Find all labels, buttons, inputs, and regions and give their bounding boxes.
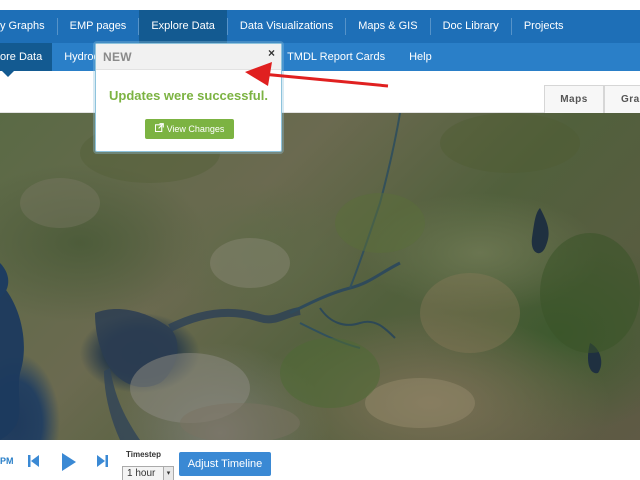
red-arrow-icon [245, 62, 389, 88]
app-root: y Graphs EMP pages Explore Data Data Vis… [0, 0, 640, 480]
